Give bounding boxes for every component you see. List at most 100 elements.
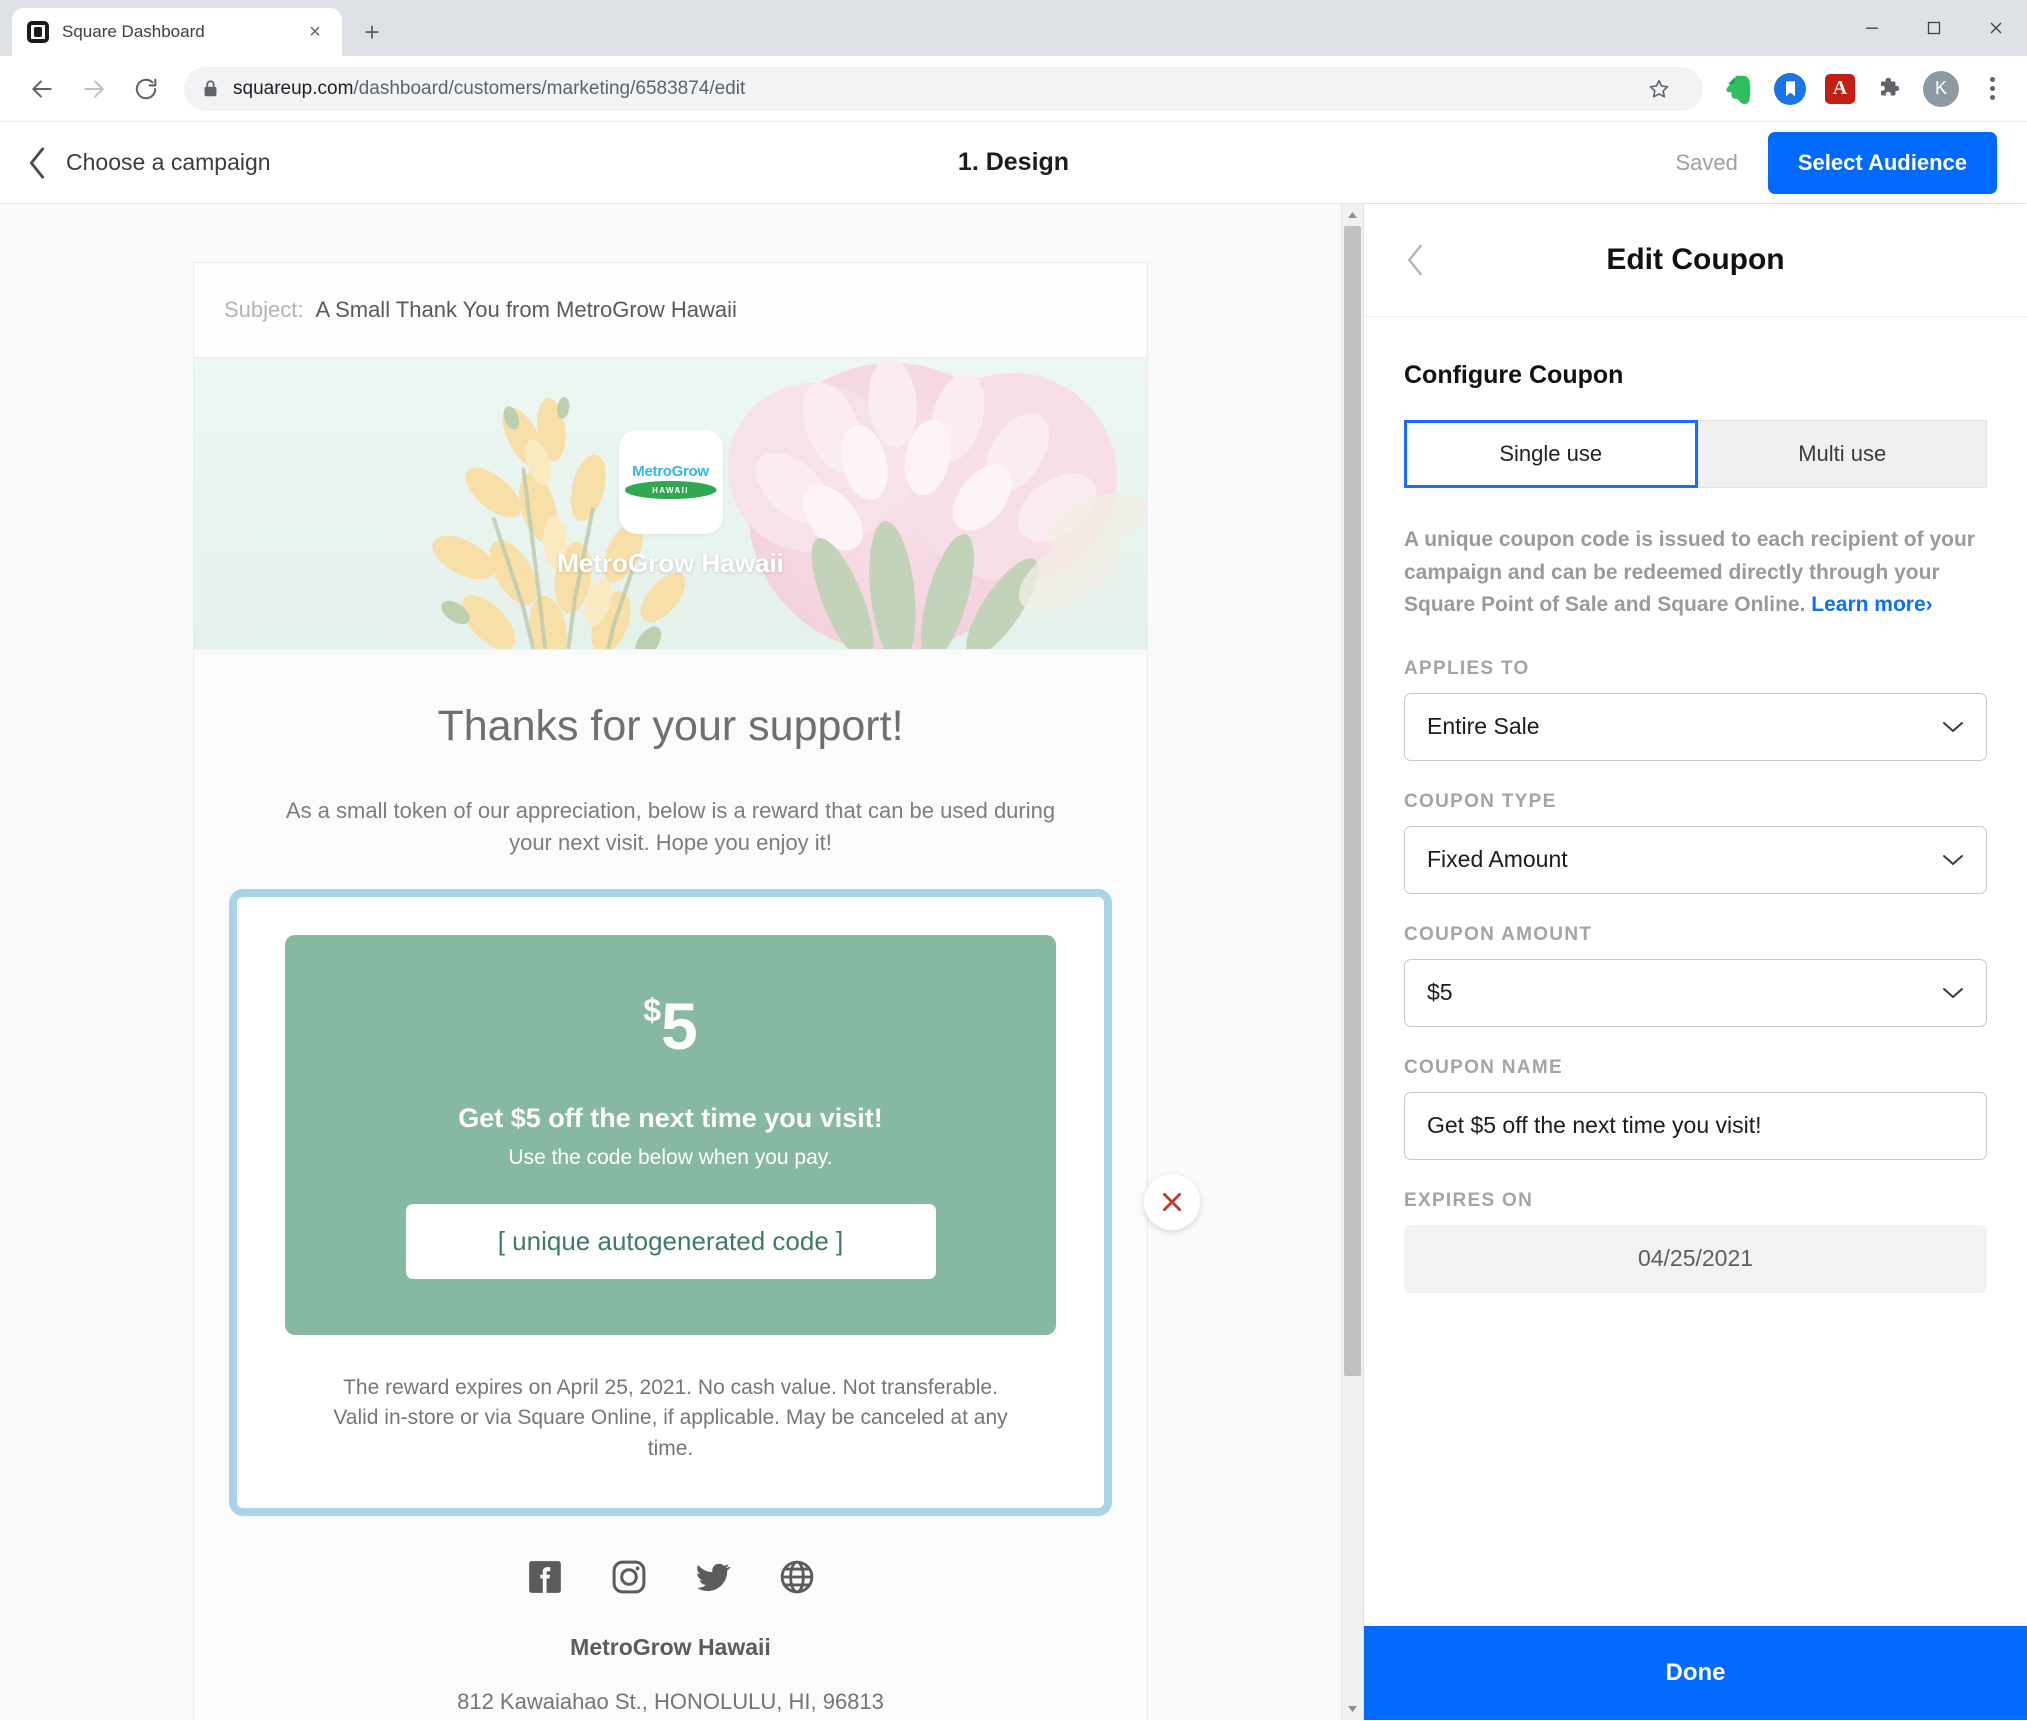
applies-to-value: Entire Sale bbox=[1427, 713, 1540, 740]
coupon-type-select[interactable]: Fixed Amount bbox=[1404, 825, 1987, 894]
coupon-name-input[interactable]: Get $5 off the next time you visit! bbox=[1404, 1091, 1987, 1160]
header-actions: Saved Select Audience bbox=[1675, 131, 1997, 194]
coupon-amount-select[interactable]: $5 bbox=[1404, 958, 1987, 1027]
email-intro-text[interactable]: As a small token of our appreciation, be… bbox=[276, 795, 1066, 859]
done-button[interactable]: Done bbox=[1364, 1626, 2027, 1720]
evernote-icon[interactable] bbox=[1723, 72, 1757, 106]
bookmark-manager-icon[interactable] bbox=[1773, 72, 1807, 106]
back-label: Choose a campaign bbox=[66, 149, 271, 175]
chevron-down-icon bbox=[1942, 853, 1964, 867]
subject-row[interactable]: Subject: A Small Thank You from MetroGro… bbox=[194, 263, 1147, 358]
delete-coupon-button[interactable] bbox=[1144, 1174, 1200, 1231]
tab-close-icon[interactable]: × bbox=[302, 19, 328, 45]
extension-icons: A K bbox=[1717, 70, 2009, 107]
edit-coupon-panel: Edit Coupon Configure Coupon Single use … bbox=[1364, 204, 2027, 1720]
facebook-icon[interactable] bbox=[526, 1558, 564, 1596]
scroll-down-arrow-icon[interactable] bbox=[1342, 1698, 1364, 1720]
url-path: /dashboard/customers/marketing/6583874/e… bbox=[353, 77, 746, 99]
field-expires-on: EXPIRES ON 04/25/2021 bbox=[1404, 1190, 1987, 1293]
app-header: Choose a campaign 1. Design Saved Select… bbox=[0, 122, 2027, 204]
panel-body: Configure Coupon Single use Multi use A … bbox=[1364, 317, 2027, 1626]
coupon-help-text: A unique coupon code is issued to each r… bbox=[1404, 524, 1987, 622]
tab-multi-use[interactable]: Multi use bbox=[1697, 420, 1987, 488]
close-icon[interactable] bbox=[1965, 0, 2027, 56]
usage-type-toggle: Single use Multi use bbox=[1404, 420, 1987, 488]
tab-strip: Square Dashboard × + bbox=[0, 0, 2027, 56]
new-tab-button[interactable]: + bbox=[352, 12, 392, 52]
scroll-up-arrow-icon[interactable] bbox=[1342, 204, 1364, 226]
coupon-currency: $ bbox=[643, 991, 662, 1028]
website-globe-icon[interactable] bbox=[778, 1558, 816, 1596]
email-body: Thanks for your support! As a small toke… bbox=[194, 650, 1200, 1720]
profile-avatar[interactable]: K bbox=[1923, 70, 1959, 107]
field-coupon-amount: COUPON AMOUNT $5 bbox=[1404, 924, 1987, 1027]
coupon-amount-value: $5 bbox=[1427, 979, 1453, 1006]
coupon-value: 5 bbox=[661, 988, 698, 1063]
forward-arrow-icon bbox=[70, 65, 118, 113]
coupon-headline: Get $5 off the next time you visit! bbox=[458, 1102, 883, 1133]
field-coupon-name: COUPON NAME Get $5 off the next time you… bbox=[1404, 1057, 1987, 1160]
applies-to-select[interactable]: Entire Sale bbox=[1404, 692, 1987, 761]
preview-scrollbar[interactable] bbox=[1341, 204, 1363, 1720]
scrollbar-track[interactable] bbox=[1342, 226, 1363, 1698]
coupon-amount-display: $5 bbox=[325, 993, 1016, 1059]
back-arrow-icon[interactable] bbox=[18, 65, 66, 113]
business-logo: MetroGrow HAWAII bbox=[618, 429, 723, 534]
hero-business-name: MetroGrow Hawaii bbox=[557, 547, 784, 578]
coupon-name-value: Get $5 off the next time you visit! bbox=[1427, 1112, 1762, 1139]
logo-wordmark: MetroGrow bbox=[632, 463, 709, 480]
subject-value: A Small Thank You from MetroGrow Hawaii bbox=[315, 297, 737, 322]
coupon-subtext: Use the code below when you pay. bbox=[508, 1145, 833, 1169]
coupon-block-selected[interactable]: $5 Get $5 off the next time you visit! U… bbox=[229, 888, 1200, 1517]
minimize-icon[interactable] bbox=[1841, 0, 1903, 56]
instagram-icon[interactable] bbox=[610, 1558, 648, 1596]
configure-coupon-heading: Configure Coupon bbox=[1404, 361, 1624, 389]
address-bar[interactable]: squareup.com/dashboard/customers/marketi… bbox=[184, 66, 1703, 111]
hero-content: MetroGrow HAWAII MetroGrow Hawaii bbox=[194, 358, 1147, 650]
learn-more-link[interactable]: Learn more› bbox=[1811, 593, 1932, 616]
browser-tab[interactable]: Square Dashboard × bbox=[12, 8, 342, 56]
tab-single-use[interactable]: Single use bbox=[1404, 420, 1698, 488]
square-logo-icon bbox=[26, 20, 50, 44]
maximize-icon[interactable] bbox=[1903, 0, 1965, 56]
chevron-down-icon bbox=[1942, 720, 1964, 734]
choose-campaign-back-link[interactable]: Choose a campaign bbox=[26, 146, 271, 180]
scrollbar-thumb[interactable] bbox=[1344, 226, 1361, 1376]
close-x-icon bbox=[1163, 1193, 1181, 1212]
coupon-type-label: COUPON TYPE bbox=[1404, 790, 1557, 812]
email-card: Subject: A Small Thank You from MetroGro… bbox=[193, 262, 1200, 1720]
reload-icon[interactable] bbox=[122, 65, 170, 113]
email-hero-image[interactable]: MetroGrow HAWAII MetroGrow Hawaii bbox=[194, 358, 1147, 650]
star-icon[interactable] bbox=[1639, 69, 1679, 109]
email-preview-pane: Subject: A Small Thank You from MetroGro… bbox=[0, 204, 1364, 1720]
twitter-icon[interactable] bbox=[694, 1558, 732, 1596]
panel-back-button[interactable] bbox=[1404, 243, 1426, 277]
email-heading[interactable]: Thanks for your support! bbox=[274, 702, 1067, 751]
email-footer: MetroGrow Hawaii 812 Kawaiahao St., HONO… bbox=[274, 1516, 1067, 1720]
select-audience-button[interactable]: Select Audience bbox=[1767, 131, 1997, 194]
chrome-menu-icon[interactable] bbox=[1975, 71, 2009, 107]
extensions-puzzle-icon[interactable] bbox=[1873, 72, 1907, 106]
expires-on-value-box: 04/25/2021 bbox=[1404, 1224, 1987, 1293]
coupon-amount-label: COUPON AMOUNT bbox=[1404, 923, 1593, 945]
field-coupon-type: COUPON TYPE Fixed Amount bbox=[1404, 791, 1987, 894]
browser-toolbar: squareup.com/dashboard/customers/marketi… bbox=[0, 56, 2027, 122]
preview-scroll-region: Subject: A Small Thank You from MetroGro… bbox=[0, 204, 1341, 1720]
expires-on-label: EXPIRES ON bbox=[1404, 1189, 1534, 1211]
coupon-card: $5 Get $5 off the next time you visit! U… bbox=[285, 934, 1056, 1335]
adobe-pdf-icon[interactable]: A bbox=[1823, 72, 1857, 106]
logo-leaf-shape: HAWAII bbox=[624, 481, 717, 499]
url-host: squareup.com bbox=[233, 77, 354, 99]
url-text: squareup.com/dashboard/customers/marketi… bbox=[233, 78, 1625, 100]
panel-header: Edit Coupon bbox=[1364, 204, 2027, 317]
browser-chrome: Square Dashboard × + squareup.com/dashbo… bbox=[0, 0, 2027, 122]
footer-business-name: MetroGrow Hawaii bbox=[570, 1634, 771, 1661]
window-controls bbox=[1841, 0, 2027, 56]
coupon-code-box: [ unique autogenerated code ] bbox=[405, 1203, 936, 1279]
chevron-down-icon bbox=[1942, 986, 1964, 1000]
panel-title: Edit Coupon bbox=[1606, 243, 1785, 276]
lock-icon bbox=[202, 79, 219, 98]
main-content: Subject: A Small Thank You from MetroGro… bbox=[0, 204, 2027, 1720]
social-links bbox=[274, 1558, 1067, 1596]
coupon-fine-print: The reward expires on April 25, 2021. No… bbox=[333, 1375, 1008, 1460]
